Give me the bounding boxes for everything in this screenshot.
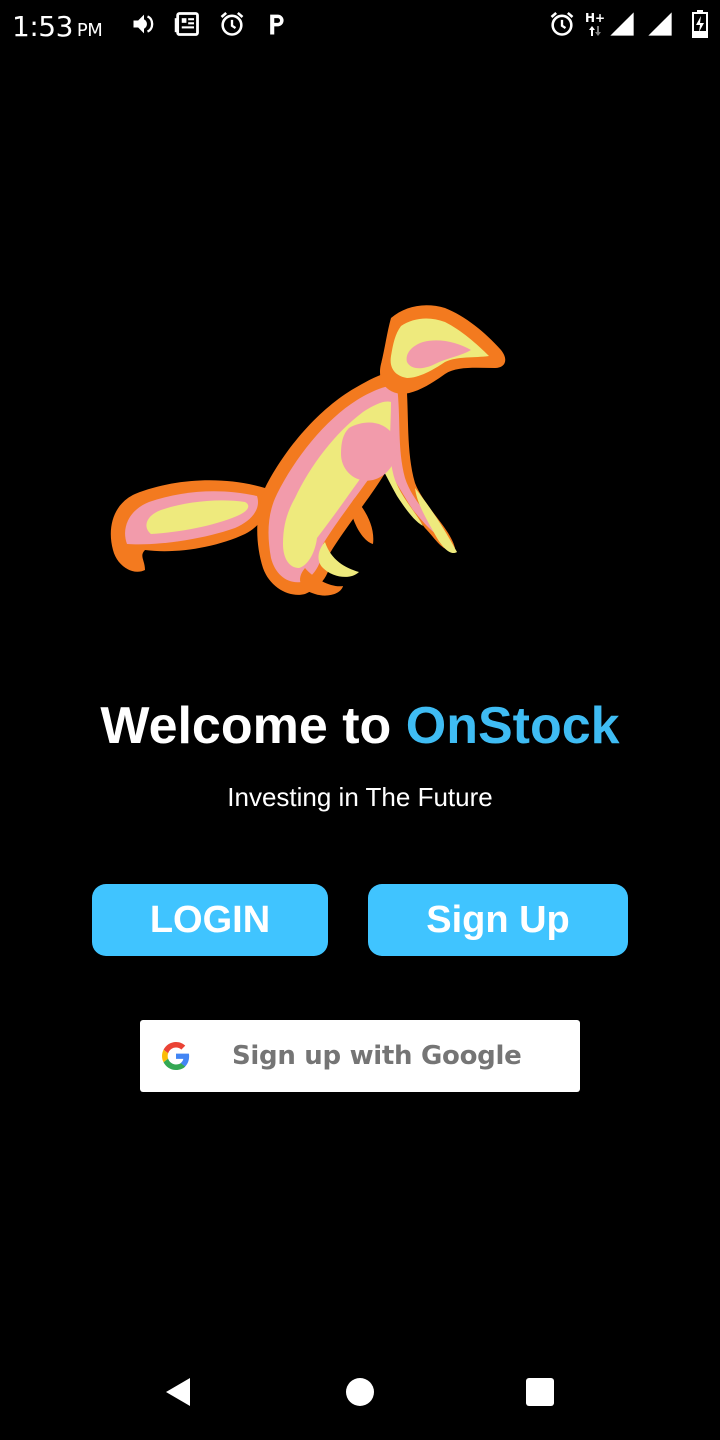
alarm-icon-right <box>548 10 576 38</box>
google-signup-button[interactable]: Sign up with Google <box>140 1020 580 1092</box>
welcome-prefix: Welcome to <box>100 697 406 755</box>
login-button[interactable]: LOGIN <box>92 884 328 956</box>
status-bar: 1:53 PM H+ <box>0 0 720 50</box>
news-icon <box>173 10 201 38</box>
fox-logo <box>105 298 515 608</box>
parking-icon <box>262 10 290 38</box>
hplus-network-icon: H+ <box>584 10 606 38</box>
volume-icon <box>130 10 158 38</box>
battery-charging-icon <box>688 10 712 38</box>
recents-icon[interactable] <box>522 1374 558 1410</box>
home-icon[interactable] <box>342 1374 378 1410</box>
status-time: 1:53 PM <box>12 10 103 43</box>
status-time-value: 1:53 <box>12 10 73 43</box>
google-signup-label: Sign up with Google <box>232 1041 522 1071</box>
status-time-ampm: PM <box>76 20 103 41</box>
signup-button[interactable]: Sign Up <box>368 884 628 956</box>
welcome-heading: Welcome to OnStock <box>0 695 720 757</box>
tagline: Investing in The Future <box>227 782 493 812</box>
navigation-bar <box>0 1344 720 1440</box>
brand-name: OnStock <box>405 697 620 755</box>
svg-text:H+: H+ <box>585 11 605 25</box>
signal-icon-2 <box>646 10 674 38</box>
signal-icon <box>608 10 636 38</box>
google-g-icon <box>162 1042 190 1070</box>
back-icon[interactable] <box>160 1374 196 1410</box>
alarm-icon <box>218 10 246 38</box>
